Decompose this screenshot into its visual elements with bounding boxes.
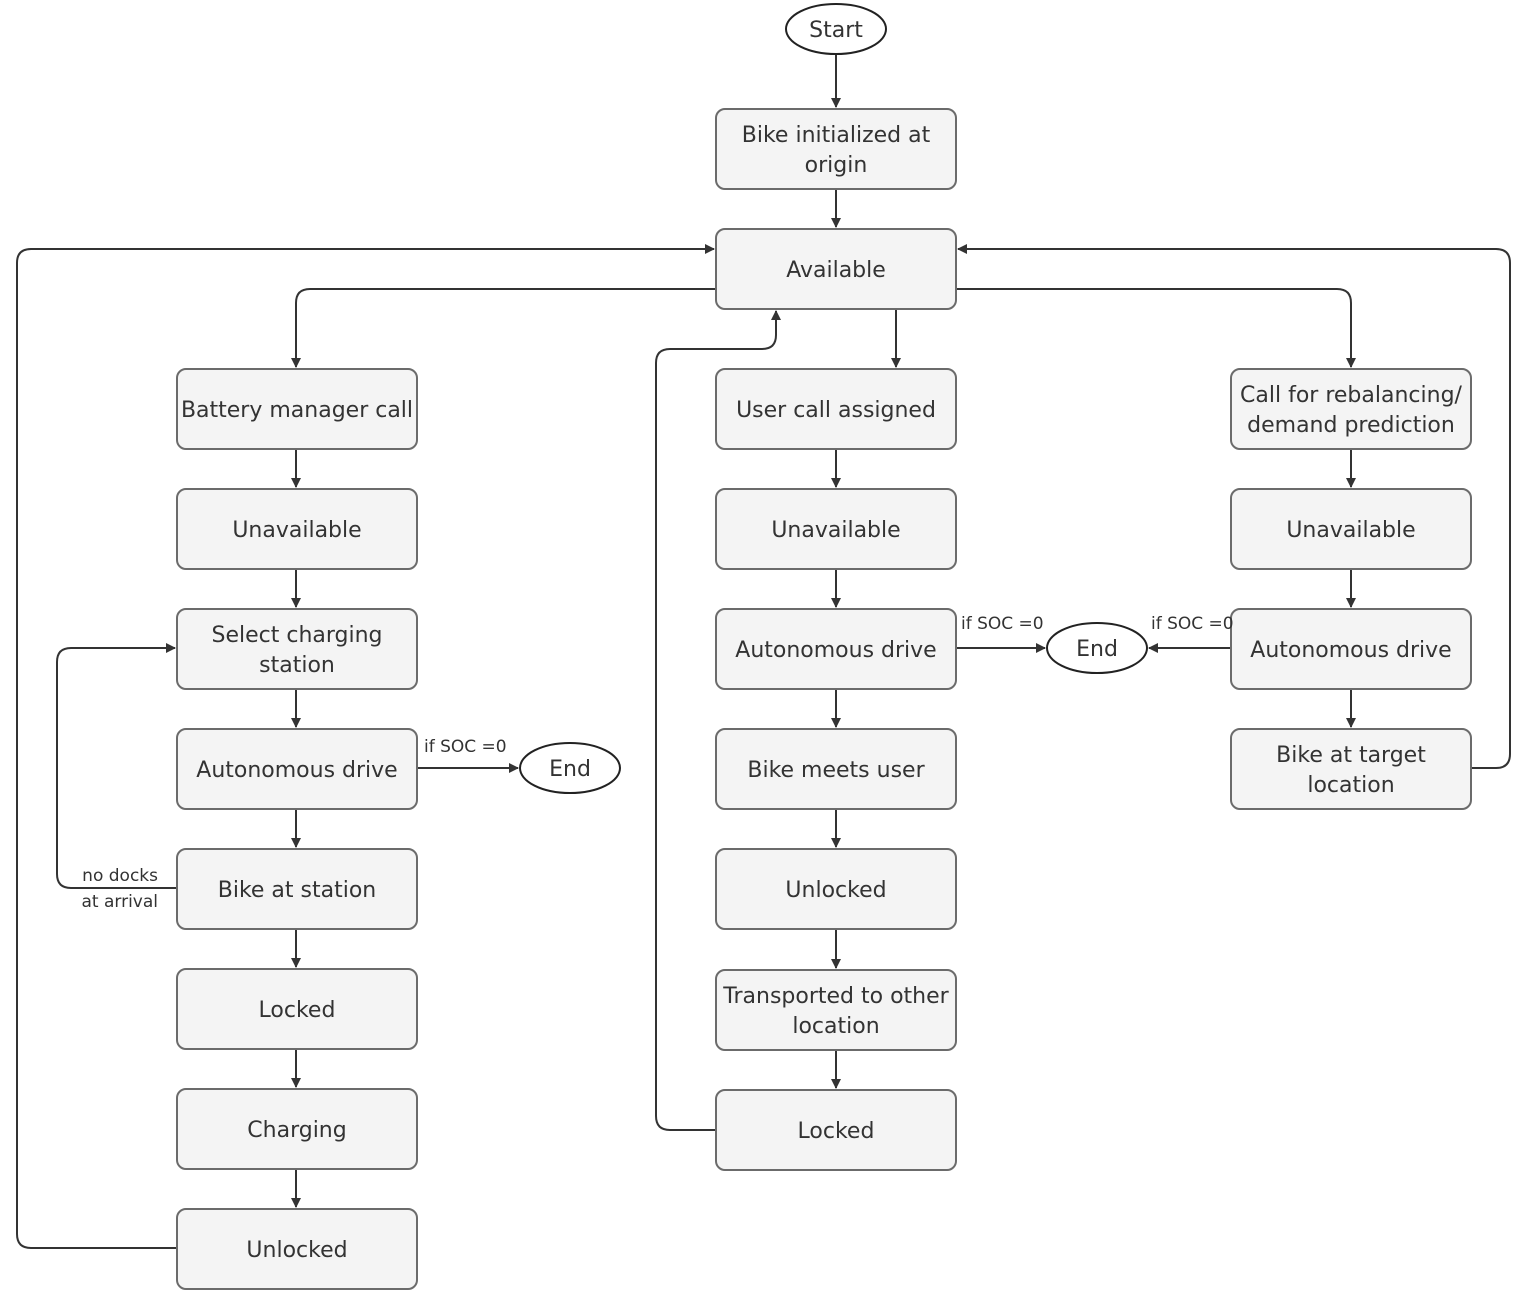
- node-label: Transported to other: [722, 984, 949, 1009]
- node-label: Battery manager call: [181, 398, 413, 423]
- node-label: station: [259, 653, 335, 678]
- node-label: Select charging: [211, 623, 382, 648]
- flow-arrow: [56, 643, 177, 889]
- node-available: Available: [715, 228, 957, 310]
- node-label: Bike meets user: [747, 758, 925, 783]
- node-label: Available: [786, 258, 886, 283]
- node-c-locked: Locked: [715, 1089, 957, 1171]
- flow-arrow: [291, 288, 716, 368]
- node-label: Unavailable: [771, 518, 900, 543]
- flow-arrow: [956, 288, 1356, 368]
- node-c-end: End: [1046, 622, 1148, 674]
- node-select: Select charging station: [176, 608, 418, 690]
- node-label: Start: [809, 18, 863, 43]
- node-charging: Charging: [176, 1088, 418, 1170]
- bike-state-flowchart: Start Bike initialized at origin Available B…: [16, 3, 1511, 1290]
- node-c-drive: Autonomous drive: [715, 608, 957, 690]
- node-label: origin: [805, 153, 868, 178]
- node-label: Charging: [247, 1118, 346, 1143]
- node-r-drive: Autonomous drive: [1230, 608, 1472, 690]
- node-label: Call for rebalancing/: [1240, 383, 1463, 408]
- node-atstation: Bike at station: [176, 848, 418, 930]
- node-label: Locked: [798, 1119, 875, 1144]
- node-label: Autonomous drive: [1250, 638, 1451, 663]
- node-c-unavail: Unavailable: [715, 488, 957, 570]
- node-transported: Transported to other location: [715, 969, 957, 1051]
- node-meets: Bike meets user: [715, 728, 957, 810]
- node-label: Autonomous drive: [196, 758, 397, 783]
- node-l-locked: Locked: [176, 968, 418, 1050]
- node-label: Bike initialized at: [742, 123, 931, 148]
- node-label: User call assigned: [736, 398, 936, 423]
- node-label: Locked: [259, 998, 336, 1023]
- node-l-end: End: [519, 742, 621, 794]
- node-l-unlocked: Unlocked: [176, 1208, 418, 1290]
- node-r-unavail: Unavailable: [1230, 488, 1472, 570]
- node-label: demand prediction: [1247, 413, 1455, 438]
- edge-label-soc-left: if SOC =0: [424, 737, 507, 757]
- node-init: Bike initialized at origin: [715, 108, 957, 190]
- node-rebalance: Call for rebalancing/demand prediction: [1230, 368, 1472, 450]
- node-label: Unavailable: [1286, 518, 1415, 543]
- node-label: End: [1076, 637, 1118, 662]
- node-target: Bike at target location: [1230, 728, 1472, 810]
- node-label: Bike at station: [218, 878, 377, 903]
- edge-label-nodocks: no docks: [82, 866, 158, 886]
- node-l-drive: Autonomous drive: [176, 728, 418, 810]
- edge-label-soc-center: if SOC =0: [961, 614, 1044, 634]
- node-label: Bike at target: [1276, 743, 1426, 768]
- edge-label-soc-right: if SOC =0: [1151, 614, 1234, 634]
- node-c-unlocked: Unlocked: [715, 848, 957, 930]
- node-l-unavail: Unavailable: [176, 488, 418, 570]
- node-label: Unavailable: [232, 518, 361, 543]
- node-start: Start: [785, 3, 887, 55]
- node-label: End: [549, 757, 591, 782]
- node-battery: Battery manager call: [176, 368, 418, 450]
- edge-label-nodocks: at arrival: [81, 892, 158, 912]
- node-label: Unlocked: [246, 1238, 347, 1263]
- node-usercall: User call assigned: [715, 368, 957, 450]
- node-label: Autonomous drive: [735, 638, 936, 663]
- node-label: location: [1307, 773, 1394, 798]
- node-label: location: [792, 1014, 879, 1039]
- node-label: Unlocked: [785, 878, 886, 903]
